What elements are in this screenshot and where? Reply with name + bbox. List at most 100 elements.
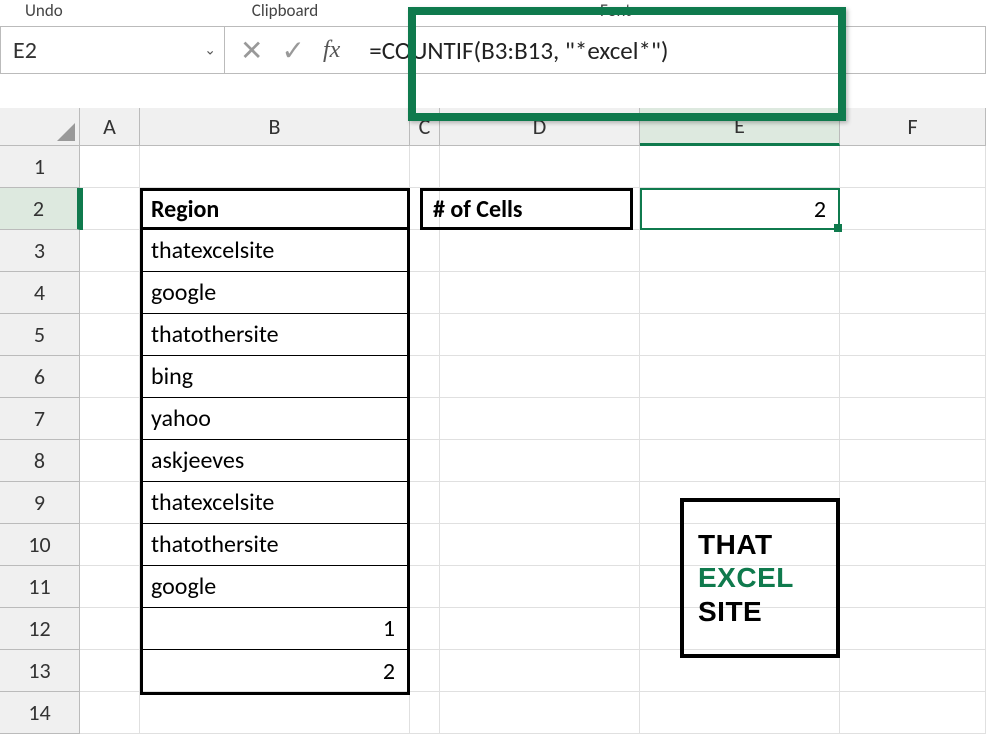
row-header-13[interactable]: 13 [0, 650, 80, 692]
column-header-b[interactable]: B [140, 108, 410, 146]
cell[interactable] [140, 146, 410, 188]
cell[interactable] [440, 482, 640, 524]
cell[interactable] [80, 356, 140, 398]
cell[interactable] [410, 650, 440, 692]
cell[interactable] [840, 524, 986, 566]
cell[interactable] [840, 650, 986, 692]
table-row[interactable]: thatexcelsite [143, 482, 407, 524]
cell[interactable] [640, 272, 840, 314]
cancel-icon[interactable]: ✕ [240, 33, 263, 68]
cell[interactable] [440, 566, 640, 608]
cell[interactable] [80, 650, 140, 692]
cell[interactable] [440, 608, 640, 650]
cell[interactable] [440, 356, 640, 398]
table-row[interactable]: yahoo [143, 398, 407, 440]
row-header-7[interactable]: 7 [0, 398, 80, 440]
row-header-9[interactable]: 9 [0, 482, 80, 524]
cell[interactable] [140, 692, 410, 734]
chevron-down-icon[interactable]: ⌄ [204, 42, 216, 59]
cell[interactable] [80, 524, 140, 566]
name-box[interactable]: E2 ⌄ [0, 26, 225, 74]
cell[interactable] [840, 314, 986, 356]
cell[interactable] [440, 692, 640, 734]
result-label[interactable]: # of Cells [420, 188, 633, 230]
cell[interactable] [410, 398, 440, 440]
cell[interactable] [840, 272, 986, 314]
cells-area[interactable]: Region thatexcelsite google thatothersit… [80, 146, 986, 734]
column-header-c[interactable]: C [410, 108, 440, 146]
row-header-5[interactable]: 5 [0, 314, 80, 356]
cell[interactable] [410, 272, 440, 314]
row-header-12[interactable]: 12 [0, 608, 80, 650]
cell[interactable] [410, 440, 440, 482]
cell[interactable] [410, 692, 440, 734]
table-row[interactable]: 1 [143, 608, 407, 650]
table-row[interactable]: bing [143, 356, 407, 398]
cell[interactable] [80, 230, 140, 272]
cell[interactable] [440, 440, 640, 482]
column-header-e[interactable]: E [640, 108, 840, 146]
row-header-11[interactable]: 11 [0, 566, 80, 608]
cell[interactable] [410, 356, 440, 398]
cell[interactable] [640, 314, 840, 356]
cell[interactable] [410, 608, 440, 650]
column-header-a[interactable]: A [80, 108, 140, 146]
cell[interactable] [80, 314, 140, 356]
cell[interactable] [80, 188, 140, 230]
cell[interactable] [840, 440, 986, 482]
cell[interactable] [640, 356, 840, 398]
cell[interactable] [840, 482, 986, 524]
cell[interactable] [410, 482, 440, 524]
cell[interactable] [440, 650, 640, 692]
row-header-6[interactable]: 6 [0, 356, 80, 398]
column-header-f[interactable]: F [840, 108, 986, 146]
table-row[interactable]: 2 [143, 650, 407, 692]
select-all-cell[interactable] [0, 108, 80, 146]
row-header-2[interactable]: 2 [0, 188, 80, 230]
cell[interactable] [80, 692, 140, 734]
cell[interactable] [80, 146, 140, 188]
cell[interactable] [840, 146, 986, 188]
table-row[interactable]: askjeeves [143, 440, 407, 482]
table-row[interactable]: thatothersite [143, 314, 407, 356]
cell[interactable] [440, 524, 640, 566]
cell[interactable] [440, 230, 640, 272]
cell[interactable] [410, 524, 440, 566]
cell[interactable] [440, 146, 640, 188]
cell[interactable] [840, 566, 986, 608]
cell[interactable] [840, 398, 986, 440]
cell[interactable] [80, 272, 140, 314]
cell[interactable] [440, 398, 640, 440]
cell[interactable] [840, 356, 986, 398]
cell[interactable] [80, 566, 140, 608]
table-row[interactable]: thatexcelsite [143, 230, 407, 272]
cell[interactable] [640, 692, 840, 734]
cell[interactable] [80, 440, 140, 482]
row-header-3[interactable]: 3 [0, 230, 80, 272]
row-header-4[interactable]: 4 [0, 272, 80, 314]
row-header-10[interactable]: 10 [0, 524, 80, 566]
cell[interactable] [80, 482, 140, 524]
row-header-8[interactable]: 8 [0, 440, 80, 482]
cell[interactable] [80, 398, 140, 440]
row-header-14[interactable]: 14 [0, 692, 80, 734]
cell[interactable] [640, 146, 840, 188]
fx-icon[interactable]: fx [323, 37, 340, 64]
cell[interactable] [440, 272, 640, 314]
cell[interactable] [640, 230, 840, 272]
cell[interactable] [410, 314, 440, 356]
cell[interactable] [840, 230, 986, 272]
cell[interactable] [410, 566, 440, 608]
cell[interactable] [410, 230, 440, 272]
table-header[interactable]: Region [143, 191, 407, 230]
active-cell-e2[interactable]: 2 [640, 188, 840, 230]
cell[interactable] [840, 608, 986, 650]
cell[interactable] [840, 692, 986, 734]
enter-icon[interactable]: ✓ [281, 33, 304, 68]
cell[interactable] [640, 398, 840, 440]
cell[interactable] [410, 146, 440, 188]
table-row[interactable]: thatothersite [143, 524, 407, 566]
table-row[interactable]: google [143, 566, 407, 608]
table-row[interactable]: google [143, 272, 407, 314]
cell[interactable] [840, 188, 986, 230]
